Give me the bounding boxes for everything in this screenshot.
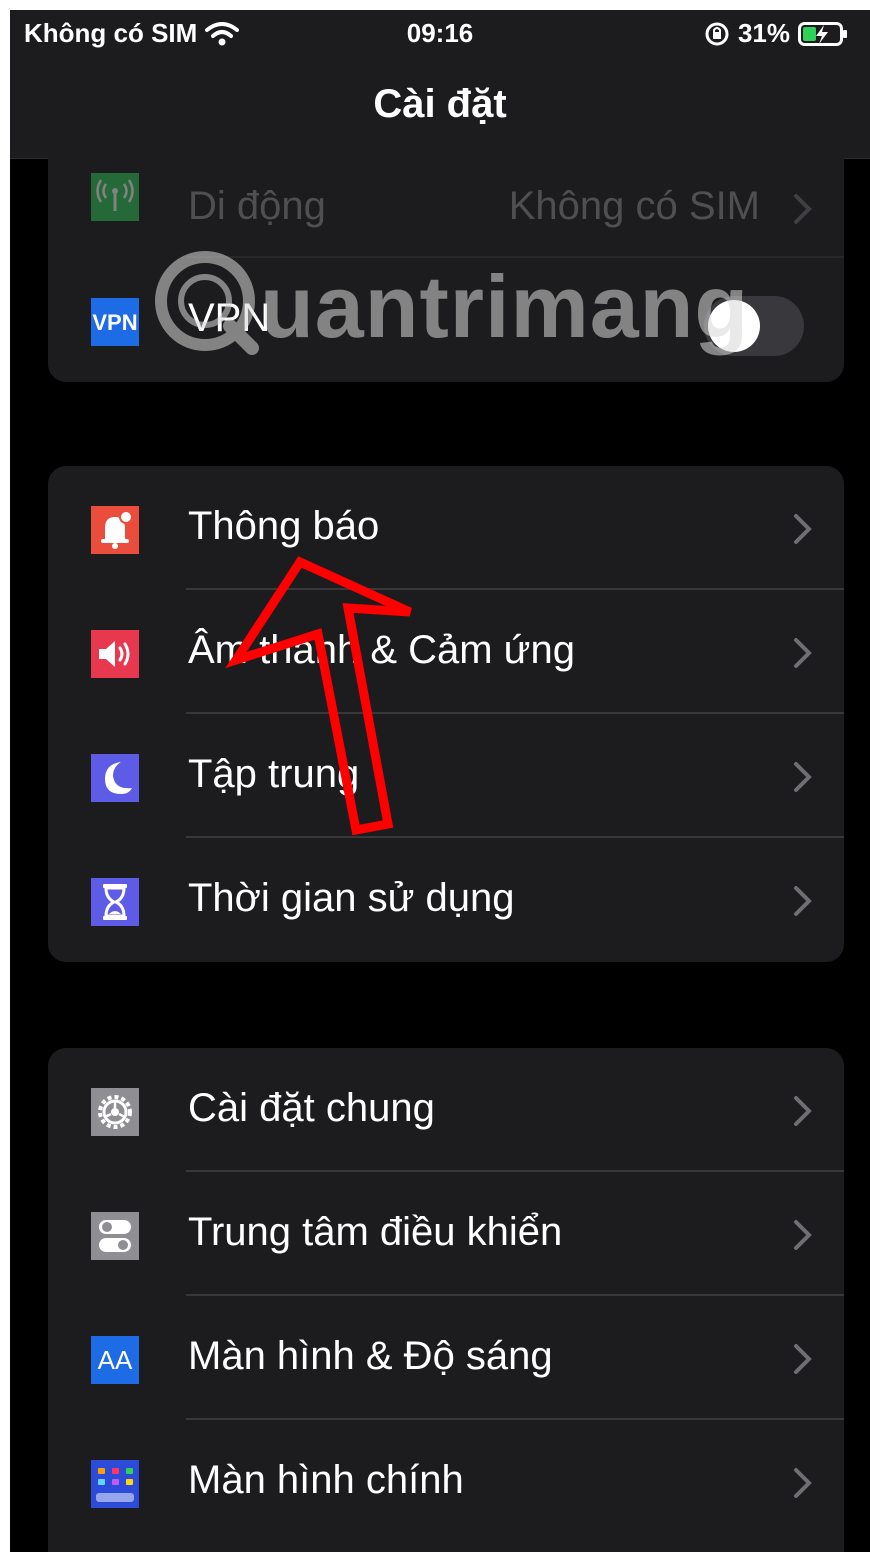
row-label: Tập trung [188, 752, 360, 796]
home-grid-icon [82, 1451, 148, 1517]
chevron-right-icon [794, 194, 812, 224]
moon-icon [82, 745, 148, 811]
row-general[interactable]: Cài đặt chung [48, 1048, 844, 1172]
row-label: Màn hình chính [188, 1458, 464, 1502]
row-label: Âm thanh & Cảm ứng [188, 628, 575, 672]
row-label: Trung tâm điều khiển [188, 1210, 563, 1254]
row-display-brightness[interactable]: AA Màn hình & Độ sáng [48, 1296, 844, 1420]
battery-charging-icon [798, 21, 847, 46]
row-label: Màn hình & Độ sáng [188, 1334, 553, 1378]
row-label: Di động [188, 184, 326, 228]
chevron-right-icon [794, 1096, 812, 1126]
row-label: VPN [188, 296, 271, 340]
row-label: Thông báo [188, 504, 380, 548]
speaker-icon [82, 621, 148, 687]
settings-group-general: Cài đặt chung Trung tâm điều khiển AA Mà… [48, 1048, 844, 1552]
chevron-right-icon [794, 1344, 812, 1374]
status-right: 31% [704, 18, 848, 49]
settings-screen: Không có SIM 09:16 31% Cài đặt Di động K… [10, 10, 870, 1552]
battery-percent: 31% [737, 18, 790, 48]
vpn-icon: VPN [82, 289, 148, 355]
row-label: Thời gian sử dụng [188, 876, 515, 920]
row-sounds[interactable]: Âm thanh & Cảm ứng [48, 590, 844, 714]
antenna-icon [82, 164, 148, 230]
vpn-toggle[interactable] [704, 296, 804, 356]
chevron-right-icon [794, 1468, 812, 1498]
chevron-right-icon [794, 762, 812, 792]
row-screen-time[interactable]: Thời gian sử dụng [48, 838, 844, 962]
aa-icon-text: AA [98, 1345, 133, 1375]
chevron-right-icon [794, 1220, 812, 1250]
gear-icon [82, 1079, 148, 1145]
toggle-knob [708, 300, 760, 352]
row-notifications[interactable]: Thông báo [48, 466, 844, 590]
svg-text:VPN: VPN [92, 310, 137, 335]
bell-icon [82, 497, 148, 563]
row-control-center[interactable]: Trung tâm điều khiển [48, 1172, 844, 1296]
chevron-right-icon [794, 514, 812, 544]
chevron-right-icon [794, 886, 812, 916]
row-vpn: VPN VPN [48, 258, 844, 382]
switches-icon [82, 1203, 148, 1269]
settings-group-notifications: Thông báo Âm thanh & Cảm ứng Tập trung T… [48, 466, 844, 962]
row-home-screen[interactable]: Màn hình chính [48, 1420, 844, 1544]
chevron-right-icon [794, 638, 812, 668]
row-focus[interactable]: Tập trung [48, 714, 844, 838]
orientation-lock-icon [705, 22, 729, 45]
hourglass-icon [82, 869, 148, 935]
aa-icon: AA [82, 1327, 148, 1393]
row-cellular[interactable]: Di động Không có SIM [48, 136, 844, 258]
page-title: Cài đặt [373, 82, 507, 126]
row-value: Không có SIM [508, 184, 760, 228]
row-label: Cài đặt chung [188, 1086, 435, 1130]
settings-group-connectivity: Di động Không có SIM VPN VPN [48, 136, 844, 382]
